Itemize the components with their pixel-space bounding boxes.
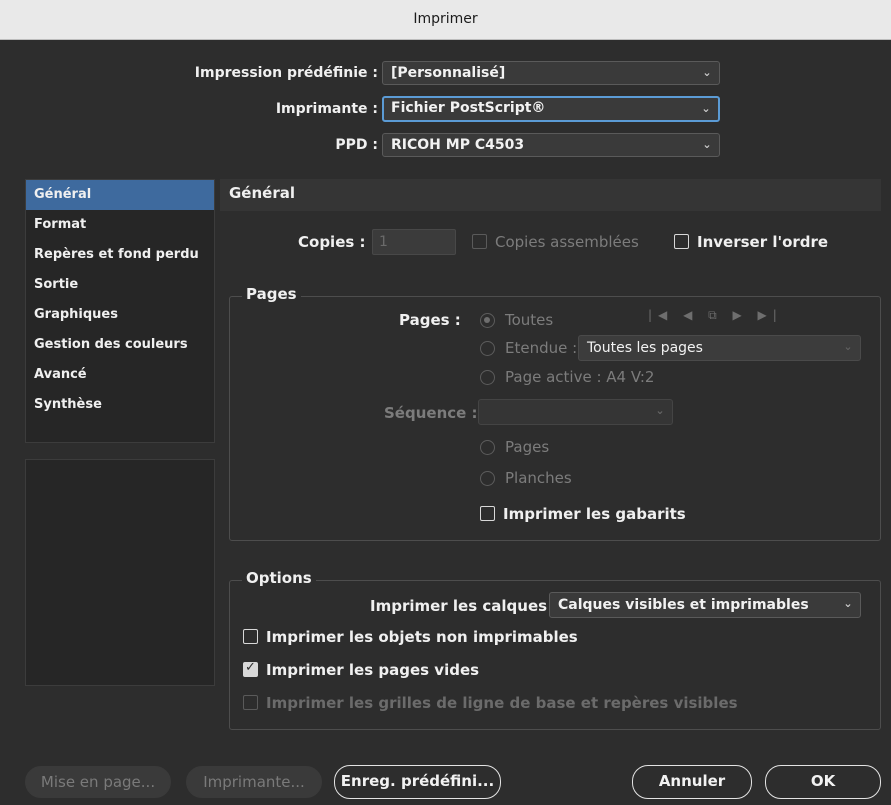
preview-pane	[25, 459, 215, 686]
chevron-down-icon: ⌄	[702, 66, 712, 79]
section-title: Général	[229, 184, 295, 202]
ppd-select[interactable]: RICOH MP C4503 ⌄	[382, 133, 720, 157]
layers-label: Imprimer les calques :	[370, 597, 559, 615]
pages-active-label: Page active : A4 V:2	[505, 368, 655, 386]
collate-checkbox[interactable]	[472, 234, 487, 249]
printer-button[interactable]: Imprimante...	[186, 766, 322, 798]
printer-label: Imprimante :	[275, 101, 378, 117]
cancel-button[interactable]: Annuler	[632, 765, 752, 799]
pages-all-label: Toutes	[505, 311, 554, 329]
printer-select[interactable]: Fichier PostScript® ⌄	[382, 96, 720, 122]
sidebar-item-marks-bleed[interactable]: Repères et fond perdu	[26, 240, 214, 270]
printer-value: Fichier PostScript®	[391, 100, 546, 116]
layers-value: Calques visibles et imprimables	[558, 597, 809, 613]
sequence-spreads-label: Planches	[505, 469, 572, 487]
sequence-label: Séquence :	[384, 404, 478, 422]
collate-label: Copies assemblées	[495, 233, 639, 251]
nonprinting-objects-label: Imprimer les objets non imprimables	[266, 628, 578, 646]
sidebar-item-format[interactable]: Format	[26, 210, 214, 240]
blank-pages-checkbox[interactable]	[243, 660, 258, 677]
chevron-down-icon: ⌄	[655, 404, 665, 417]
pages-all-radio[interactable]	[480, 313, 495, 328]
preset-select[interactable]: [Personnalisé] ⌄	[382, 61, 720, 85]
section-header-bar	[220, 179, 881, 211]
save-preset-button[interactable]: Enreg. prédéfini...	[334, 765, 501, 799]
sidebar-item-summary[interactable]: Synthèse	[26, 390, 214, 420]
pages-label: Pages :	[399, 311, 461, 329]
nonprinting-objects-checkbox[interactable]	[243, 629, 258, 644]
page-navigation-icons[interactable]: |◀ ◀ ⧉ ▶ ▶|	[648, 308, 783, 323]
sidebar-item-general[interactable]: Général	[26, 180, 214, 210]
pages-range-label: Etendue :	[505, 339, 578, 357]
sidebar-item-graphics[interactable]: Graphiques	[26, 300, 214, 330]
print-masters-checkbox[interactable]	[480, 506, 495, 521]
title-bar: Imprimer	[0, 0, 891, 40]
category-sidebar: Général Format Repères et fond perdu Sor…	[25, 179, 215, 443]
sequence-pages-label: Pages	[505, 438, 550, 456]
pages-group-title: Pages	[242, 285, 301, 303]
reverse-order-checkbox[interactable]	[674, 234, 689, 249]
chevron-down-icon: ⌄	[843, 340, 853, 353]
pages-range-select[interactable]: Toutes les pages ⌄	[578, 335, 861, 361]
copies-input[interactable]: 1	[372, 229, 456, 255]
sidebar-item-advanced[interactable]: Avancé	[26, 360, 214, 390]
sidebar-item-color-management[interactable]: Gestion des couleurs	[26, 330, 214, 360]
grids-guides-checkbox[interactable]	[243, 695, 258, 710]
blank-pages-label: Imprimer les pages vides	[266, 661, 480, 679]
sequence-spreads-radio[interactable]	[480, 471, 495, 486]
sequence-pages-radio[interactable]	[480, 440, 495, 455]
pages-active-radio[interactable]	[480, 370, 495, 385]
sequence-select[interactable]: ⌄	[478, 399, 673, 425]
ok-button[interactable]: OK	[765, 765, 881, 799]
layers-select[interactable]: Calques visibles et imprimables ⌄	[549, 592, 861, 618]
ppd-value: RICOH MP C4503	[391, 137, 525, 153]
options-group-title: Options	[242, 569, 316, 587]
ppd-label: PPD :	[335, 137, 378, 153]
grids-guides-label: Imprimer les grilles de ligne de base et…	[266, 694, 738, 712]
reverse-order-label: Inverser l'ordre	[697, 233, 829, 251]
chevron-down-icon: ⌄	[701, 102, 711, 115]
pages-range-value: Toutes les pages	[587, 340, 703, 356]
page-setup-button[interactable]: Mise en page...	[25, 766, 171, 798]
chevron-down-icon: ⌄	[843, 597, 853, 610]
preset-value: [Personnalisé]	[391, 65, 506, 81]
sidebar-item-output[interactable]: Sortie	[26, 270, 214, 300]
chevron-down-icon: ⌄	[702, 138, 712, 151]
preset-label: Impression prédéfinie :	[194, 65, 378, 81]
print-masters-label: Imprimer les gabarits	[503, 505, 686, 523]
window-title: Imprimer	[413, 11, 478, 27]
pages-range-radio[interactable]	[480, 341, 495, 356]
copies-label: Copies :	[298, 233, 366, 251]
